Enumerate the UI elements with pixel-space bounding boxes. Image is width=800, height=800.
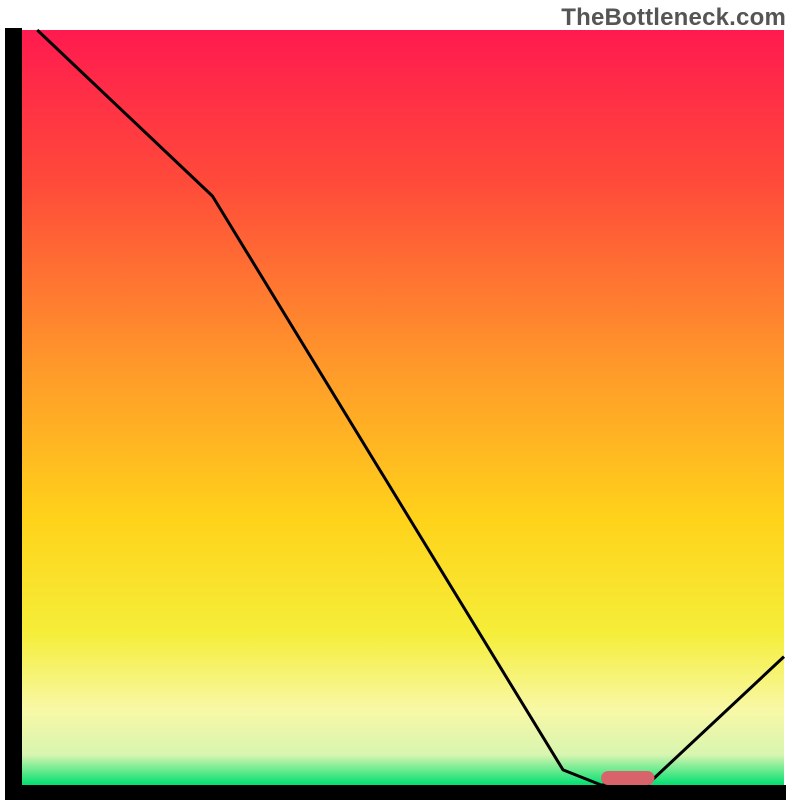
x-axis xyxy=(5,785,786,800)
y-axis xyxy=(5,28,22,800)
bottleneck-chart xyxy=(0,0,800,800)
plot-background xyxy=(22,30,784,785)
chart-container: TheBottleneck.com xyxy=(0,0,800,800)
optimal-range-marker xyxy=(601,771,654,785)
watermark-text: TheBottleneck.com xyxy=(561,4,786,32)
